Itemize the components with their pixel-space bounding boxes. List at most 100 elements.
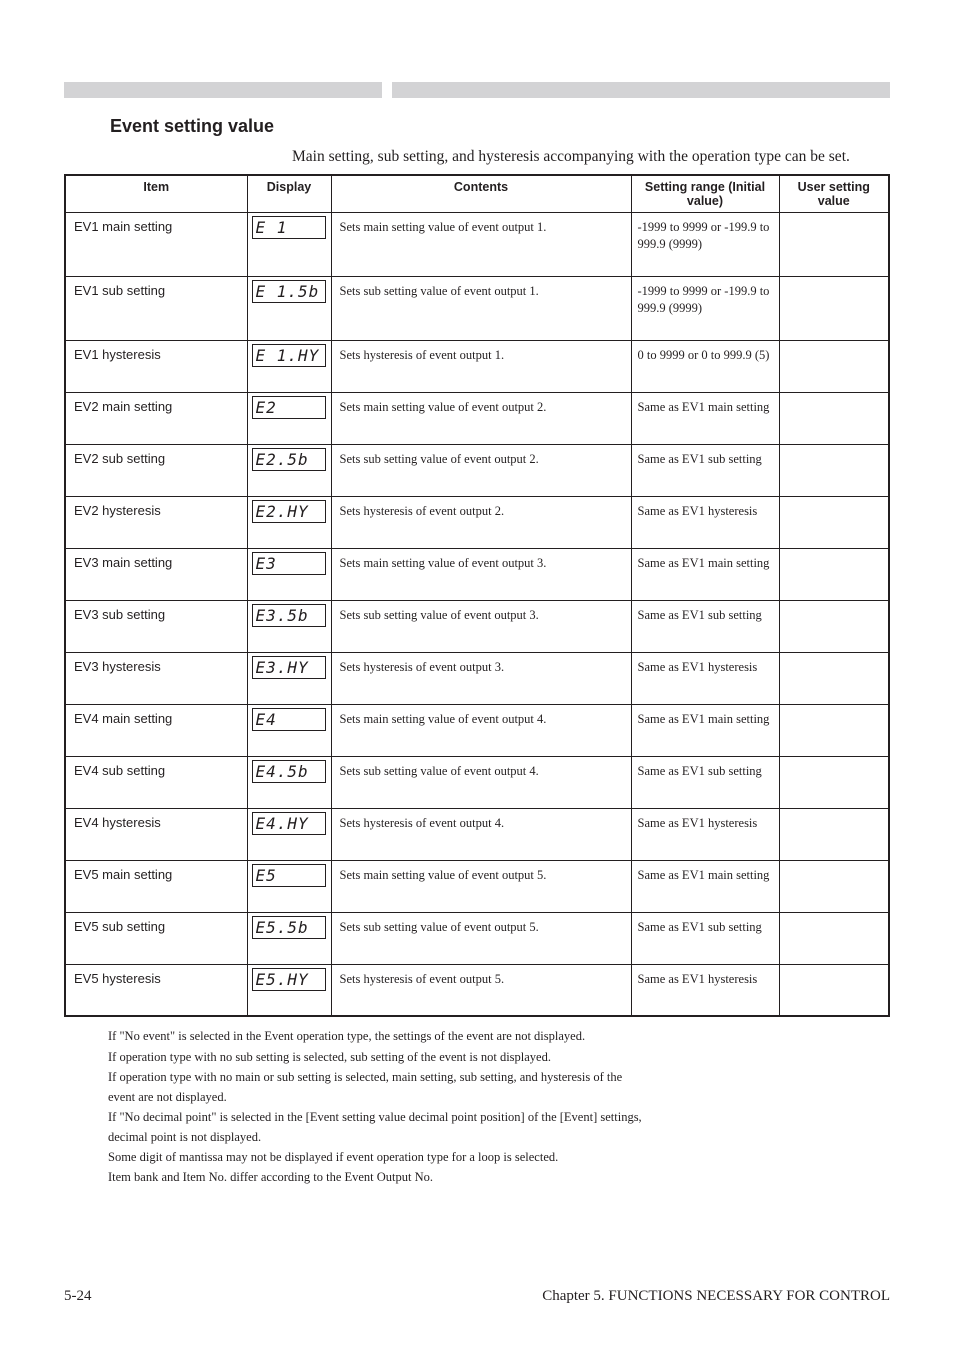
footer-page-number: 5-24 — [64, 1288, 92, 1305]
range-cell: Same as EV1 hysteresis — [631, 964, 779, 1016]
notes-block: If "No event" is selected in the Event o… — [108, 1027, 890, 1186]
user-setting-cell — [779, 496, 889, 548]
param-name: EV4 main setting — [74, 711, 239, 727]
seven-segment-display: E 1.5b — [252, 280, 326, 303]
contents-cell: Sets main setting value of event output … — [331, 860, 631, 912]
param-name: EV1 hysteresis — [74, 347, 239, 363]
seven-segment-display: E2.5b — [252, 448, 326, 471]
param-name-cell: EV4 main setting — [65, 704, 247, 756]
seven-segment-display: E4.HY — [252, 812, 326, 835]
seven-segment-display: E5 — [252, 864, 326, 887]
table-row: EV5 sub settingE5.5bSets sub setting val… — [65, 912, 889, 964]
range-cell: -1999 to 9999 or -199.9 to 999.9 (9999) — [631, 212, 779, 276]
table-row: EV2 main settingE2Sets main setting valu… — [65, 392, 889, 444]
section-title: Event setting value — [64, 116, 890, 137]
table-header-row: Item Display Contents Setting range (Ini… — [65, 175, 889, 213]
user-setting-cell — [779, 964, 889, 1016]
display-cell: E3 — [247, 548, 331, 600]
parameter-table: Item Display Contents Setting range (Ini… — [64, 174, 890, 1018]
table-row: EV3 main setting E3Sets main setting valu… — [65, 548, 889, 600]
display-cell: E2.HY — [247, 496, 331, 548]
param-name-cell: EV5 main setting — [65, 860, 247, 912]
param-name-cell: EV2 main setting — [65, 392, 247, 444]
param-name: EV2 hysteresis — [74, 503, 239, 519]
range-cell: Same as EV1 sub setting — [631, 444, 779, 496]
range-cell: Same as EV1 sub setting — [631, 756, 779, 808]
note-line: Some digit of mantissa may not be displa… — [108, 1148, 890, 1166]
note-line: If "No event" is selected in the Event o… — [108, 1027, 890, 1045]
intro-text: Main setting, sub setting, and hysteresi… — [292, 147, 882, 168]
table-row: EV3 hysteresisE3.HYSets hysteresis of ev… — [65, 652, 889, 704]
param-name-cell: EV4 hysteresis — [65, 808, 247, 860]
display-cell: E5.HY — [247, 964, 331, 1016]
param-name-cell: EV5 hysteresis — [65, 964, 247, 1016]
display-cell: E2 — [247, 392, 331, 444]
table-row: EV3 sub settingE3.5bSets sub setting val… — [65, 600, 889, 652]
contents-cell: Sets sub setting value of event output 5… — [331, 912, 631, 964]
range-cell: -1999 to 9999 or -199.9 to 999.9 (9999) — [631, 276, 779, 340]
contents-cell: Sets sub setting value of event output 1… — [331, 276, 631, 340]
user-setting-cell — [779, 276, 889, 340]
table-row: EV5 hysteresisE5.HYSets hysteresis of ev… — [65, 964, 889, 1016]
param-name-cell: EV1 main setting — [65, 212, 247, 276]
param-name: EV3 main setting — [74, 555, 239, 571]
table-row: EV1 main settingE 1Sets main setting val… — [65, 212, 889, 276]
page-footer: 5-24 Chapter 5. FUNCTIONS NECESSARY FOR … — [0, 1288, 954, 1305]
user-setting-cell — [779, 600, 889, 652]
contents-cell: Sets sub setting value of event output 4… — [331, 756, 631, 808]
seven-segment-display: E2.HY — [252, 500, 326, 523]
param-name: EV1 main setting — [74, 219, 239, 235]
display-cell: E3.HY — [247, 652, 331, 704]
col-header-user: User setting value — [779, 175, 889, 213]
user-setting-cell — [779, 652, 889, 704]
table-row: EV2 sub settingE2.5bSets sub setting val… — [65, 444, 889, 496]
table-row: EV4 main settingE4Sets main setting valu… — [65, 704, 889, 756]
param-name: EV5 main setting — [74, 867, 239, 883]
param-name-cell: EV2 hysteresis — [65, 496, 247, 548]
contents-cell: Sets hysteresis of event output 2. — [331, 496, 631, 548]
user-setting-cell — [779, 912, 889, 964]
table-row: EV4 hysteresisE4.HYSets hysteresis of ev… — [65, 808, 889, 860]
param-name-cell: EV2 sub setting — [65, 444, 247, 496]
display-cell: E3.5b — [247, 600, 331, 652]
display-cell: E2.5b — [247, 444, 331, 496]
range-cell: Same as EV1 main setting — [631, 704, 779, 756]
contents-cell: Sets hysteresis of event output 3. — [331, 652, 631, 704]
note-line: decimal point is not displayed. — [108, 1128, 890, 1146]
note-line: event are not displayed. — [108, 1088, 890, 1106]
seven-segment-display: E4 — [252, 708, 326, 731]
range-cell: Same as EV1 hysteresis — [631, 496, 779, 548]
contents-cell: Sets hysteresis of event output 5. — [331, 964, 631, 1016]
user-setting-cell — [779, 808, 889, 860]
seven-segment-display: E4.5b — [252, 760, 326, 783]
param-name-cell: EV1 sub setting — [65, 276, 247, 340]
col-header-range: Setting range (Initial value) — [631, 175, 779, 213]
range-cell: Same as EV1 sub setting — [631, 912, 779, 964]
param-name: EV4 hysteresis — [74, 815, 239, 831]
param-name: EV2 main setting — [74, 399, 239, 415]
display-cell: E 1 — [247, 212, 331, 276]
table-row: EV4 sub setting E4.5bSets sub setting val… — [65, 756, 889, 808]
display-cell: E5.5b — [247, 912, 331, 964]
user-setting-cell — [779, 212, 889, 276]
col-header-contents: Contents — [331, 175, 631, 213]
param-name-cell: EV1 hysteresis — [65, 340, 247, 392]
contents-cell: Sets main setting value of event output … — [331, 548, 631, 600]
seven-segment-display: E3.HY — [252, 656, 326, 679]
user-setting-cell — [779, 444, 889, 496]
col-header-display: Display — [247, 175, 331, 213]
range-cell: Same as EV1 main setting — [631, 548, 779, 600]
param-name: EV4 sub setting — [74, 763, 239, 779]
user-setting-cell — [779, 548, 889, 600]
range-cell: Same as EV1 sub setting — [631, 600, 779, 652]
seven-segment-display: E 1 — [252, 216, 326, 239]
header-rule — [64, 82, 890, 98]
seven-segment-display: E3.5b — [252, 604, 326, 627]
display-cell: E4 — [247, 704, 331, 756]
seven-segment-display: E5.HY — [252, 968, 326, 991]
seven-segment-display: E 1.HY — [252, 344, 326, 367]
range-cell: Same as EV1 hysteresis — [631, 652, 779, 704]
table-row: EV5 main setting E5Sets main setting valu… — [65, 860, 889, 912]
table-row: EV2 hysteresis E2.HYSets hysteresis of ev… — [65, 496, 889, 548]
display-cell: E4.5b — [247, 756, 331, 808]
